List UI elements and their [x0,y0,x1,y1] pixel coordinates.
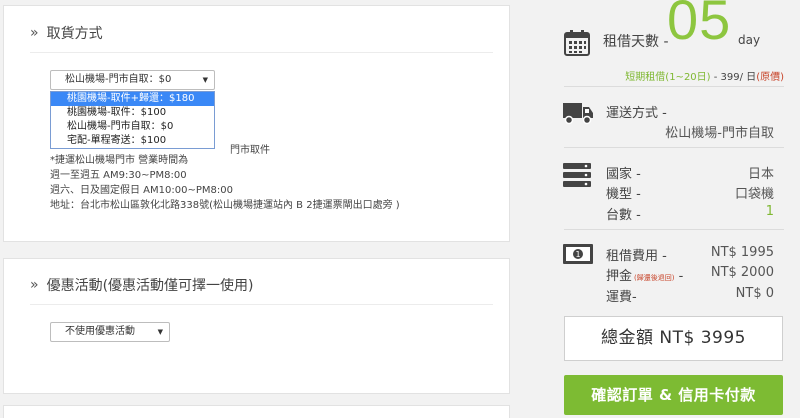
freight-label: 運費- [606,290,637,305]
deposit-label-text: 押金 [606,269,633,284]
total-amount: 總金額 NT$ 3995 [564,316,783,361]
rental-days-label: 租借天數 - [603,34,669,50]
pickup-option[interactable]: 桃園機場-取件+歸還：$180 [51,92,214,106]
model-label: 機型 - [606,187,641,202]
svg-text:1: 1 [575,250,580,259]
double-chevron-right-icon: » [30,25,39,41]
rental-days-value: 05 [667,0,732,51]
promo-title: 優惠活動(優惠活動僅可擇一使用) [46,278,254,294]
pickup-info-line: 週六、日及國定假日 AM10:00~PM8:00 [50,185,233,196]
deposit-sep: - [674,269,684,284]
dropdown-arrow-icon: ▼ [202,76,208,84]
summary-divider [564,229,784,230]
money-icon: 1 [563,244,593,264]
server-icon [563,163,591,187]
country-label: 國家 - [606,167,641,182]
pickup-info-line: 週一至週五 AM9:30~PM8:00 [50,170,187,181]
calendar-icon [564,30,590,56]
deposit-label: 押金 (歸還後退回) - [606,265,683,284]
rental-days-unit: day [738,33,761,47]
rental-fee-value: NT$ 1995 [710,245,774,260]
pickup-select-value: 松山機場-門市自取：$0 [65,74,172,85]
next-panel [3,405,510,418]
double-chevron-right-icon: » [30,277,39,293]
pickup-divider [30,52,493,53]
pickup-options-dropdown[interactable]: 桃園機場-取件+歸還：$180 桃園機場-取件：$100 松山機場-門市自取：$… [50,91,215,149]
units-value: 1 [765,204,774,219]
pickup-option[interactable]: 松山機場-門市自取：$0 [51,120,214,134]
summary-divider [564,147,784,148]
deposit-value: NT$ 2000 [710,265,774,280]
pickup-info-line: 地址：台北市松山區敦化北路338號(松山機場捷運站內 B 2捷運票閘出口處旁 ) [50,200,400,211]
promo-select-value: 不使用優惠活動 [65,326,135,337]
confirm-order-button[interactable]: 確認訂單 & 信用卡付款 [564,375,783,415]
freight-value: NT$ 0 [735,286,774,301]
pickup-info: *捷運松山機場門市 營業時間為 週一至週五 AM9:30~PM8:00 週六、日… [50,153,400,213]
dropdown-arrow-icon: ▼ [157,328,163,336]
truck-icon [563,103,593,125]
pickup-option[interactable]: 宅配-單程寄送：$100 [51,134,214,148]
model-value: 口袋機 [734,187,774,202]
promo-section-header: » 優惠活動(優惠活動僅可擇一使用) [30,275,254,295]
pickup-title: 取貨方式 [46,26,103,42]
rental-fee-label: 租借費用 - [606,249,667,264]
shipping-label: 運送方式 - [606,106,667,121]
rate-note-price: - 399/ 日 [710,72,757,83]
rate-note: 短期租借(1~20日) - 399/ 日(原價) [625,68,784,83]
country-value: 日本 [747,167,774,182]
units-label: 台數 - [606,208,641,223]
rate-note-original: (原價) [756,72,784,83]
promo-divider [30,304,493,305]
rate-note-period: 短期租借(1~20日) [625,72,711,83]
pickup-option[interactable]: 桃園機場-取件：$100 [51,106,214,120]
shipping-value: 松山機場-門市自取 [665,126,774,141]
pickup-info-line: *捷運松山機場門市 營業時間為 [50,155,189,166]
summary-divider [564,86,784,87]
promo-select[interactable]: 不使用優惠活動 ▼ [50,322,170,342]
pickup-section-header: » 取貨方式 [30,23,103,43]
pickup-method-select[interactable]: 松山機場-門市自取：$0 ▼ [50,70,215,90]
deposit-note: (歸還後退回) [634,274,675,282]
